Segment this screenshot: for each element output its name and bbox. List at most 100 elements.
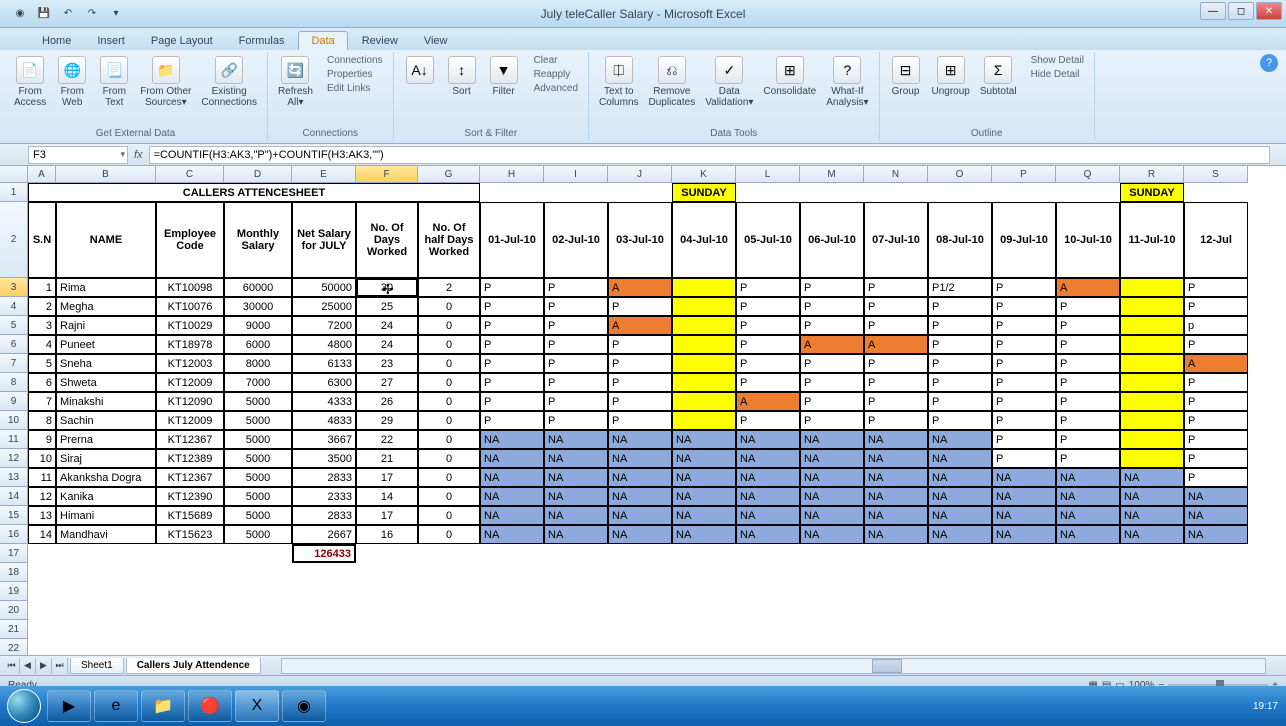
- cell[interactable]: 26: [356, 392, 418, 411]
- col-header-O[interactable]: O: [928, 166, 992, 183]
- cell[interactable]: 30: [356, 278, 418, 297]
- cell[interactable]: P: [992, 297, 1056, 316]
- cell[interactable]: Sachin: [56, 411, 156, 430]
- cell[interactable]: P: [608, 411, 672, 430]
- cell[interactable]: P: [864, 392, 928, 411]
- ribbon-refresh-all--button[interactable]: 🔄RefreshAll▾: [274, 54, 317, 110]
- cell[interactable]: P: [1056, 335, 1120, 354]
- cell[interactable]: 06-Jul-10: [800, 202, 864, 278]
- cell[interactable]: [672, 316, 736, 335]
- cell[interactable]: NA: [992, 468, 1056, 487]
- cell[interactable]: Siraj: [56, 449, 156, 468]
- cell[interactable]: P: [544, 278, 608, 297]
- cell[interactable]: A: [1184, 354, 1248, 373]
- cell[interactable]: P: [800, 278, 864, 297]
- cell[interactable]: 24: [356, 335, 418, 354]
- ribbon-ungroup-button[interactable]: ⊞Ungroup: [928, 54, 974, 99]
- col-header-F[interactable]: F: [356, 166, 418, 183]
- cell[interactable]: P: [1184, 430, 1248, 449]
- cell[interactable]: NA: [480, 525, 544, 544]
- cell[interactable]: NA: [736, 430, 800, 449]
- cell[interactable]: P: [608, 392, 672, 411]
- cell[interactable]: 10-Jul-10: [1056, 202, 1120, 278]
- cell[interactable]: P: [992, 430, 1056, 449]
- cell[interactable]: 12: [28, 487, 56, 506]
- cell[interactable]: NA: [672, 487, 736, 506]
- cell[interactable]: 11-Jul-10: [1120, 202, 1184, 278]
- cell[interactable]: NA: [928, 449, 992, 468]
- tab-data[interactable]: Data: [298, 31, 347, 50]
- cell[interactable]: P: [480, 354, 544, 373]
- cell[interactable]: [672, 278, 736, 297]
- cell[interactable]: P: [736, 373, 800, 392]
- cell[interactable]: NA: [864, 525, 928, 544]
- ribbon-clear[interactable]: Clear: [530, 54, 582, 67]
- cell[interactable]: NA: [1056, 468, 1120, 487]
- cell[interactable]: P: [1184, 373, 1248, 392]
- cell[interactable]: p: [1184, 316, 1248, 335]
- tab-insert[interactable]: Insert: [85, 32, 137, 50]
- cell[interactable]: NA: [672, 506, 736, 525]
- cell[interactable]: No. Of Days Worked: [356, 202, 418, 278]
- cell[interactable]: 0: [418, 411, 480, 430]
- col-header-G[interactable]: G: [418, 166, 480, 183]
- cell[interactable]: P: [1184, 392, 1248, 411]
- cell[interactable]: NA: [1056, 525, 1120, 544]
- ribbon-remove-duplicates-button[interactable]: ⎌RemoveDuplicates: [645, 54, 700, 110]
- cell[interactable]: 2667: [292, 525, 356, 544]
- cell[interactable]: P: [544, 373, 608, 392]
- cell[interactable]: NA: [480, 468, 544, 487]
- select-all-corner[interactable]: [0, 166, 28, 183]
- cell[interactable]: 5000: [224, 506, 292, 525]
- cell[interactable]: P: [608, 354, 672, 373]
- cell[interactable]: 60000: [224, 278, 292, 297]
- ribbon-filter-button[interactable]: ▼Filter: [484, 54, 524, 99]
- cell[interactable]: [1120, 316, 1184, 335]
- cell[interactable]: 126433: [292, 544, 356, 563]
- cell[interactable]: 4333: [292, 392, 356, 411]
- col-header-S[interactable]: S: [1184, 166, 1248, 183]
- cell[interactable]: 5000: [224, 449, 292, 468]
- cell[interactable]: P: [800, 392, 864, 411]
- sheet-nav-next[interactable]: ▶: [36, 658, 52, 674]
- cell[interactable]: KT12390: [156, 487, 224, 506]
- cell[interactable]: P: [992, 316, 1056, 335]
- cell[interactable]: P: [864, 316, 928, 335]
- cell[interactable]: S.N: [28, 202, 56, 278]
- ribbon-from-web-button[interactable]: 🌐FromWeb: [52, 54, 92, 110]
- cell[interactable]: P: [928, 335, 992, 354]
- cell[interactable]: 03-Jul-10: [608, 202, 672, 278]
- ribbon-consolidate-button[interactable]: ⊞Consolidate: [759, 54, 820, 110]
- cell[interactable]: P: [928, 354, 992, 373]
- cell[interactable]: KT10029: [156, 316, 224, 335]
- cell[interactable]: 1: [28, 278, 56, 297]
- cell[interactable]: 5000: [224, 487, 292, 506]
- row-header-11[interactable]: 11: [0, 430, 28, 449]
- cell[interactable]: P: [800, 354, 864, 373]
- cell[interactable]: P: [1056, 297, 1120, 316]
- cell[interactable]: 5000: [224, 468, 292, 487]
- cell[interactable]: NA: [544, 468, 608, 487]
- cell[interactable]: Megha: [56, 297, 156, 316]
- cell[interactable]: P: [480, 392, 544, 411]
- cell[interactable]: P: [1056, 354, 1120, 373]
- cell[interactable]: 0: [418, 392, 480, 411]
- cell[interactable]: 27: [356, 373, 418, 392]
- cell[interactable]: KT12009: [156, 373, 224, 392]
- cell[interactable]: P: [736, 316, 800, 335]
- tab-formulas[interactable]: Formulas: [227, 32, 297, 50]
- cell[interactable]: KT15689: [156, 506, 224, 525]
- cell[interactable]: 10: [28, 449, 56, 468]
- ribbon-reapply[interactable]: Reapply: [530, 68, 582, 81]
- cell[interactable]: 0: [418, 468, 480, 487]
- cell[interactable]: 2833: [292, 468, 356, 487]
- cell[interactable]: P: [1056, 373, 1120, 392]
- cell[interactable]: 0: [418, 506, 480, 525]
- cell[interactable]: 0: [418, 297, 480, 316]
- cell[interactable]: P1/2: [928, 278, 992, 297]
- cell[interactable]: P: [480, 411, 544, 430]
- cell[interactable]: [1120, 335, 1184, 354]
- cell[interactable]: 16: [356, 525, 418, 544]
- cell[interactable]: P: [736, 411, 800, 430]
- cell[interactable]: P: [1184, 335, 1248, 354]
